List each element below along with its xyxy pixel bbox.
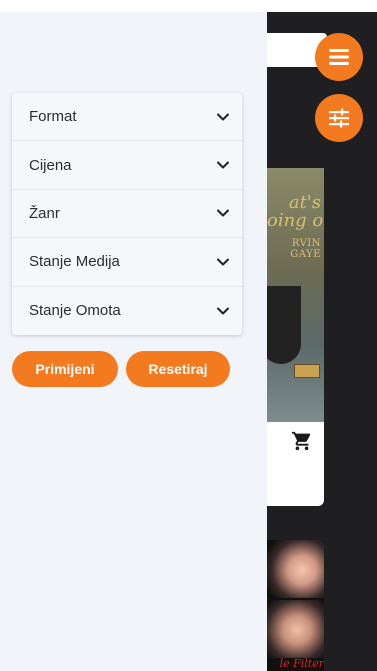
apply-button[interactable]: Primijeni <box>12 351 118 387</box>
menu-button[interactable] <box>315 33 363 81</box>
album-cover-title: at's oing on <box>267 192 324 231</box>
chevron-down-icon <box>217 209 229 217</box>
filter-label: Žanr <box>29 204 60 222</box>
album-cover <box>267 540 324 598</box>
filter-stanje-medija[interactable]: Stanje Medija <box>12 238 242 287</box>
filter-zanr[interactable]: Žanr <box>12 190 242 239</box>
album-cover-title: le Filter <box>279 657 324 670</box>
filter-label: Format <box>29 108 77 126</box>
album-cover[interactable]: at's oing on RVIN GAYE <box>267 168 324 422</box>
filter-label: Cijena <box>29 156 72 174</box>
product-card[interactable]: at's oing on RVIN GAYE <box>267 168 324 506</box>
filter-format[interactable]: Format <box>12 93 242 142</box>
product-card[interactable]: le Filter <box>267 540 324 671</box>
chevron-down-icon <box>217 113 229 121</box>
chevron-down-icon <box>217 307 229 315</box>
chevron-down-icon <box>217 258 229 266</box>
album-cover-sticker <box>294 364 320 378</box>
filter-label: Stanje Omota <box>29 302 121 320</box>
menu-icon <box>329 49 349 65</box>
album-cover <box>267 600 324 658</box>
sliders-icon <box>329 108 349 128</box>
album-cover-artwork <box>267 286 301 364</box>
filter-label: Stanje Medija <box>29 253 120 271</box>
filter-cijena[interactable]: Cijena <box>12 141 242 190</box>
album-cover-artist: RVIN GAYE <box>290 238 321 260</box>
filter-button[interactable] <box>315 94 363 142</box>
filter-panel: Format Cijena Žanr Stanje Medija Stanje … <box>12 93 242 335</box>
reset-button[interactable]: Resetiraj <box>126 351 230 387</box>
cart-icon[interactable] <box>291 430 313 452</box>
filter-stanje-omota[interactable]: Stanje Omota <box>12 287 242 335</box>
chevron-down-icon <box>217 161 229 169</box>
